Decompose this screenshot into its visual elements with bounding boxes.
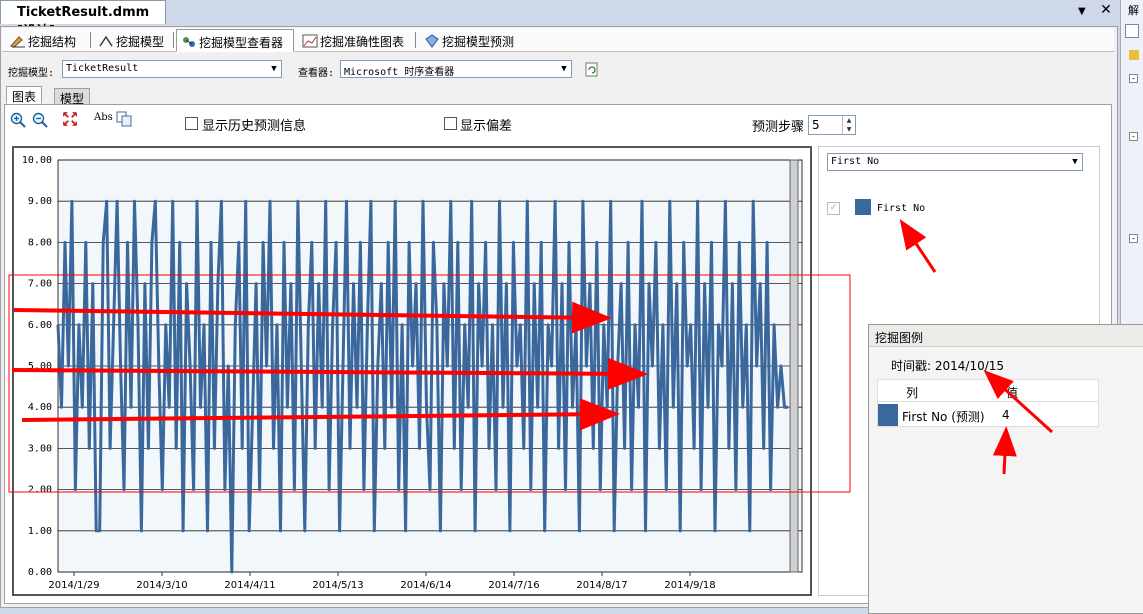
row-value: 4 — [1002, 408, 1010, 422]
col-header: 列 — [906, 386, 919, 400]
chart-svg: 0.00 1.00 2.00 3.00 4.00 5.00 6.00 7.00 8.00 9.00… — [22, 155, 803, 591]
y-tick-label: 10.00 — [22, 155, 52, 166]
x-tick-label: 2014/5/13 — [312, 580, 363, 591]
mining-model-value: TicketResult — [66, 63, 139, 74]
tab-label: 挖掘模型预测 — [442, 35, 515, 49]
y-tick-label: 9.00 — [28, 196, 52, 207]
tab-label: 挖掘模型 — [116, 35, 165, 49]
series-select[interactable]: First No ▼ — [827, 153, 1083, 171]
abs-button[interactable]: Abs — [94, 112, 113, 123]
mining-models-icon — [99, 35, 113, 47]
prediction-region — [789, 159, 799, 573]
tab-label: 挖掘模型查看器 — [199, 36, 284, 50]
y-tick-label: 7.00 — [28, 279, 52, 290]
tab-separator — [90, 32, 91, 48]
y-tick-label: 6.00 — [28, 320, 52, 331]
prediction-steps-label: 预测步骤 — [752, 120, 805, 135]
y-tick-label: 4.00 — [28, 402, 52, 413]
model-viewer-icon — [183, 37, 195, 47]
window-controls: ▼ ✕ — [1078, 2, 1118, 22]
x-tick-label: 2014/1/29 — [48, 580, 99, 591]
x-tick-label: 2014/7/16 — [488, 580, 539, 591]
viewer-label: 查看器: — [298, 68, 335, 79]
series-legend-label: First No — [877, 203, 926, 214]
chevron-down-icon: ▼ — [1068, 154, 1082, 170]
series-visible-checkbox[interactable]: ✓ — [827, 202, 840, 215]
refresh-icon[interactable] — [585, 62, 599, 77]
y-tick-label: 0.00 — [28, 567, 52, 578]
close-icon[interactable]: ✕ — [1100, 2, 1112, 18]
tab-separator — [173, 32, 174, 48]
copy-icon[interactable] — [116, 111, 132, 127]
model-label: 挖掘模型: — [8, 68, 55, 79]
show-history-label: 显示历史预测信息 — [202, 119, 307, 134]
tab-label: 挖掘结构 — [28, 35, 77, 49]
tab-separator — [415, 32, 416, 48]
show-deviation-label: 显示偏差 — [460, 119, 513, 134]
popup-grid: 列 值 First No (预测) 4 — [877, 379, 1099, 427]
show-deviation-checkbox[interactable] — [444, 117, 457, 130]
tab-mining-models[interactable]: 挖掘模型 — [94, 29, 164, 52]
viewer-select[interactable]: Microsoft 时序查看器 ▼ — [340, 60, 572, 78]
mining-structure-icon — [10, 36, 25, 48]
solution-explorer-label: 解 — [1128, 4, 1139, 17]
prediction-steps-value: 5 — [812, 118, 820, 132]
tab-accuracy-chart[interactable]: 挖掘准确性图表 — [298, 29, 404, 52]
folder-icon — [1129, 50, 1139, 60]
series-color-swatch — [855, 199, 871, 215]
popup-grid-header: 列 值 — [878, 380, 1098, 402]
accuracy-chart-icon — [302, 34, 318, 48]
chevron-down-icon: ▼ — [267, 61, 281, 77]
designer-tab-bar: 挖掘结构 挖掘模型 挖掘模型查看器 挖掘准确性图表 挖掘模型预测 — [2, 28, 1114, 52]
prediction-steps-stepper[interactable]: 5 ▲ ▼ — [808, 115, 856, 135]
y-tick-label: 8.00 — [28, 237, 52, 248]
x-tick-label: 2014/4/11 — [224, 580, 275, 591]
chevron-down-icon: ▼ — [557, 61, 571, 77]
viewer-value: Microsoft 时序查看器 — [344, 67, 455, 78]
row-label: First No (预测) — [902, 410, 985, 424]
toolbar-icon[interactable] — [1125, 24, 1139, 38]
x-tick-label: 2014/6/14 — [400, 580, 451, 591]
subtab-chart-label: 图表 — [12, 90, 37, 104]
tree-collapse-icon[interactable]: - — [1129, 74, 1138, 83]
series-color-swatch — [878, 404, 898, 426]
x-tick-label: 2014/9/18 — [664, 580, 715, 591]
tab-prediction[interactable]: 挖掘模型预测 — [420, 29, 514, 52]
x-tick-label: 2014/3/10 — [136, 580, 187, 591]
zoom-in-icon[interactable] — [10, 112, 26, 128]
zoom-out-icon[interactable] — [32, 112, 48, 128]
popup-title-text: 挖掘图例 — [875, 331, 924, 345]
y-tick-label: 1.00 — [28, 526, 52, 537]
y-tick-label: 5.00 — [28, 361, 52, 372]
popup-timestamp: 时间戳: 2014/10/15 — [891, 359, 1005, 373]
tab-label: 挖掘准确性图表 — [320, 35, 405, 49]
tree-collapse-icon[interactable]: - — [1129, 132, 1138, 141]
y-tick-label: 3.00 — [28, 443, 52, 454]
tab-mining-structure[interactable]: 挖掘结构 — [6, 29, 76, 52]
popup-title[interactable]: 挖掘图例 — [869, 325, 1143, 347]
tab-model-viewer[interactable]: 挖掘模型查看器 — [176, 29, 294, 52]
prediction-icon — [425, 34, 439, 48]
pin-dropdown-icon[interactable]: ▼ — [1078, 6, 1086, 17]
fit-to-window-icon[interactable] — [62, 111, 78, 127]
show-history-checkbox[interactable] — [185, 117, 198, 130]
subtab-chart[interactable]: 图表 — [6, 86, 43, 104]
tree-collapse-icon[interactable]: - — [1129, 234, 1138, 243]
mining-legend-popup: 挖掘图例 时间戳: 2014/10/15 列 值 First No (预测) 4 — [868, 324, 1143, 614]
document-tab[interactable]: TicketResult.dmm [设计] — [0, 0, 166, 39]
y-tick-label: 2.00 — [28, 485, 52, 496]
table-row: First No (预测) 4 — [878, 404, 1098, 426]
stepper-arrows-icon[interactable]: ▲ ▼ — [842, 116, 855, 134]
x-tick-label: 2014/8/17 — [576, 580, 627, 591]
val-header: 值 — [1006, 386, 1019, 400]
mining-model-select[interactable]: TicketResult ▼ — [62, 60, 282, 78]
time-series-chart: 0.00 1.00 2.00 3.00 4.00 5.00 6.00 7.00 8.00 9.00… — [12, 146, 812, 596]
series-select-value: First No — [831, 156, 880, 167]
